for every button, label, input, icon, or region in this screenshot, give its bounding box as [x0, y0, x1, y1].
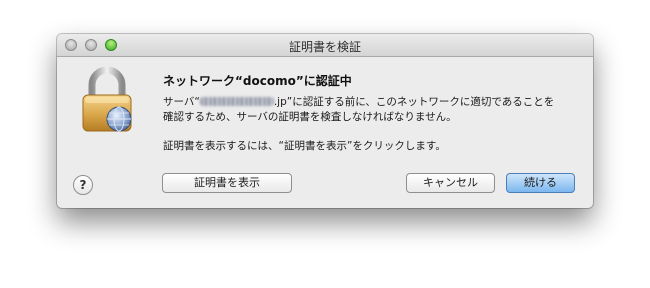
- message-line-2: 確認するため、サーバの証明書を検査しなければなりません。: [163, 111, 457, 123]
- screen: 証明書を検証 ネットワーク“docomo”に認証中 サーバ“ .jp”に認証する…: [0, 0, 650, 288]
- help-button[interactable]: ?: [73, 175, 93, 195]
- dialog-heading: ネットワーク“docomo”に認証中: [163, 74, 352, 88]
- lock-icon: [82, 66, 132, 132]
- message-line-1: サーバ“ .jp”に認証する前に、このネットワークに適切であることを: [163, 95, 563, 110]
- cancel-button[interactable]: キャンセル: [406, 173, 495, 193]
- message-prefix: サーバ“: [163, 96, 200, 108]
- window-title: 証明書を検証: [288, 40, 361, 54]
- message-suffix: .jp”に認証する前に、このネットワークに適切であることを: [273, 96, 555, 108]
- title-bar[interactable]: 証明書を検証: [57, 34, 593, 57]
- redacted-server-name: [199, 97, 274, 106]
- dialog-message: サーバ“ .jp”に認証する前に、このネットワークに適切であることを 確認するため…: [163, 95, 563, 125]
- certificate-dialog: 証明書を検証 ネットワーク“docomo”に認証中 サーバ“ .jp”に認証する…: [57, 34, 593, 208]
- dialog-instruction: 証明書を表示するには、“証明書を表示”をクリックします。: [163, 140, 446, 152]
- show-certificate-button[interactable]: 証明書を表示: [162, 173, 292, 193]
- continue-button[interactable]: 続ける: [506, 173, 575, 193]
- network-globe-icon: [106, 106, 132, 132]
